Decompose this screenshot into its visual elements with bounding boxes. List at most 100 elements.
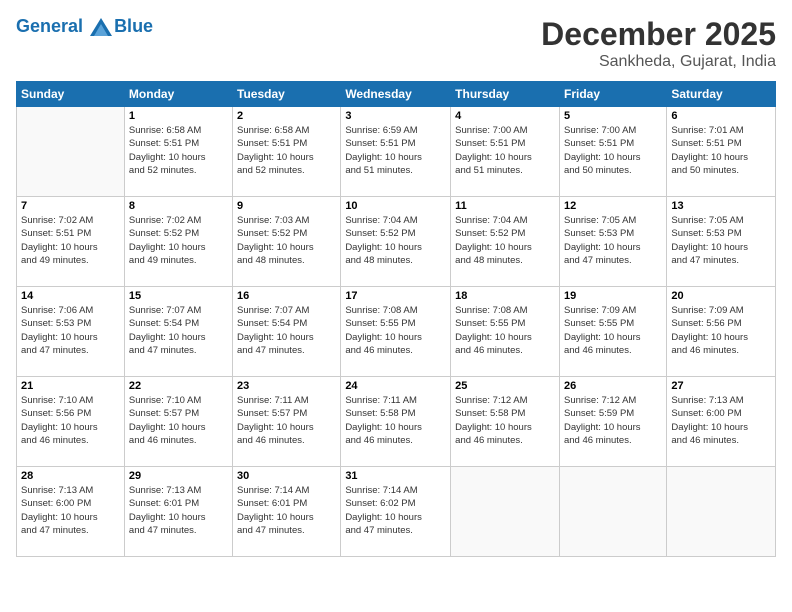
calendar-cell: 6Sunrise: 7:01 AM Sunset: 5:51 PM Daylig…: [667, 107, 776, 197]
day-info: Sunrise: 7:14 AM Sunset: 6:01 PM Dayligh…: [237, 484, 336, 537]
day-info: Sunrise: 7:14 AM Sunset: 6:02 PM Dayligh…: [345, 484, 446, 537]
day-info: Sunrise: 6:59 AM Sunset: 5:51 PM Dayligh…: [345, 124, 446, 177]
day-info: Sunrise: 7:13 AM Sunset: 6:00 PM Dayligh…: [21, 484, 120, 537]
calendar-cell: 17 Sunrise: 7:08 AM Sunset: 5:55 PM Dayli…: [341, 287, 451, 377]
day-number: 17: [345, 290, 446, 302]
day-number: 30: [237, 470, 336, 482]
day-info: Sunrise: 7:04 AM Sunset: 5:52 PM Dayligh…: [455, 214, 555, 267]
calendar-cell: 18Sunrise: 7:08 AM Sunset: 5:55 PM Dayli…: [451, 287, 560, 377]
day-number: 14: [21, 290, 120, 302]
calendar-cell: 3 Sunrise: 6:59 AM Sunset: 5:51 PM Daylig…: [341, 107, 451, 197]
logo-blue: Blue: [114, 16, 153, 37]
calendar-cell: 13 Sunrise: 7:05 AM Sunset: 5:53 PM Dayli…: [667, 197, 776, 287]
calendar-cell: 1Sunrise: 6:58 AM Sunset: 5:51 PM Daylig…: [124, 107, 232, 197]
calendar-cell: 5Sunrise: 7:00 AM Sunset: 5:51 PM Daylig…: [559, 107, 666, 197]
weekday-tuesday: Tuesday: [233, 82, 341, 107]
day-info: Sunrise: 7:12 AM Sunset: 5:58 PM Dayligh…: [455, 394, 555, 447]
day-number: 20: [671, 290, 771, 302]
calendar-cell: 16Sunrise: 7:07 AM Sunset: 5:54 PM Dayli…: [233, 287, 341, 377]
day-number: 8: [129, 200, 228, 212]
day-number: 6: [671, 110, 771, 122]
day-info: Sunrise: 7:09 AM Sunset: 5:55 PM Dayligh…: [564, 304, 662, 357]
day-info: Sunrise: 7:08 AM Sunset: 5:55 PM Dayligh…: [455, 304, 555, 357]
week-row-3: 14 Sunrise: 7:06 AM Sunset: 5:53 PM Dayli…: [17, 287, 776, 377]
day-info: Sunrise: 6:58 AM Sunset: 5:51 PM Dayligh…: [237, 124, 336, 177]
calendar-cell: 22 Sunrise: 7:10 AM Sunset: 5:57 PM Dayli…: [124, 377, 232, 467]
day-info: Sunrise: 7:08 AM Sunset: 5:55 PM Dayligh…: [345, 304, 446, 357]
day-number: 22: [129, 380, 228, 392]
day-info: Sunrise: 7:09 AM Sunset: 5:56 PM Dayligh…: [671, 304, 771, 357]
weekday-sunday: Sunday: [17, 82, 125, 107]
day-info: Sunrise: 7:05 AM Sunset: 5:53 PM Dayligh…: [671, 214, 771, 267]
calendar-cell: 31 Sunrise: 7:14 AM Sunset: 6:02 PM Dayli…: [341, 467, 451, 557]
calendar-cell: 24 Sunrise: 7:11 AM Sunset: 5:58 PM Dayli…: [341, 377, 451, 467]
calendar-cell: 7 Sunrise: 7:02 AM Sunset: 5:51 PM Daylig…: [17, 197, 125, 287]
day-info: Sunrise: 7:13 AM Sunset: 6:00 PM Dayligh…: [671, 394, 771, 447]
day-info: Sunrise: 7:04 AM Sunset: 5:52 PM Dayligh…: [345, 214, 446, 267]
calendar-cell: 4 Sunrise: 7:00 AM Sunset: 5:51 PM Daylig…: [451, 107, 560, 197]
day-number: 13: [671, 200, 771, 212]
calendar-cell: 27 Sunrise: 7:13 AM Sunset: 6:00 PM Dayli…: [667, 377, 776, 467]
calendar-cell: [451, 467, 560, 557]
day-info: Sunrise: 7:12 AM Sunset: 5:59 PM Dayligh…: [564, 394, 662, 447]
calendar-page: General Blue December 2025 Sankheda, Guj…: [0, 0, 792, 612]
title-block: December 2025 Sankheda, Gujarat, India: [541, 16, 776, 71]
weekday-header-row: SundayMondayTuesdayWednesdayThursdayFrid…: [17, 82, 776, 107]
calendar-cell: 9Sunrise: 7:03 AM Sunset: 5:52 PM Daylig…: [233, 197, 341, 287]
calendar-cell: 19 Sunrise: 7:09 AM Sunset: 5:55 PM Dayli…: [559, 287, 666, 377]
day-number: 21: [21, 380, 120, 392]
calendar-cell: 23Sunrise: 7:11 AM Sunset: 5:57 PM Dayli…: [233, 377, 341, 467]
day-number: 31: [345, 470, 446, 482]
weekday-saturday: Saturday: [667, 82, 776, 107]
day-info: Sunrise: 7:07 AM Sunset: 5:54 PM Dayligh…: [237, 304, 336, 357]
day-number: 27: [671, 380, 771, 392]
logo-general: General: [16, 16, 83, 36]
day-number: 4: [455, 110, 555, 122]
day-number: 26: [564, 380, 662, 392]
calendar-cell: 21 Sunrise: 7:10 AM Sunset: 5:56 PM Dayli…: [17, 377, 125, 467]
calendar-cell: 15Sunrise: 7:07 AM Sunset: 5:54 PM Dayli…: [124, 287, 232, 377]
calendar-table: SundayMondayTuesdayWednesdayThursdayFrid…: [16, 81, 776, 557]
day-info: Sunrise: 7:07 AM Sunset: 5:54 PM Dayligh…: [129, 304, 228, 357]
day-number: 19: [564, 290, 662, 302]
day-number: 25: [455, 380, 555, 392]
calendar-cell: 12Sunrise: 7:05 AM Sunset: 5:53 PM Dayli…: [559, 197, 666, 287]
calendar-subtitle: Sankheda, Gujarat, India: [541, 53, 776, 71]
calendar-cell: 20 Sunrise: 7:09 AM Sunset: 5:56 PM Dayli…: [667, 287, 776, 377]
day-number: 29: [129, 470, 228, 482]
day-info: Sunrise: 7:11 AM Sunset: 5:58 PM Dayligh…: [345, 394, 446, 447]
calendar-cell: [667, 467, 776, 557]
day-number: 2: [237, 110, 336, 122]
day-number: 24: [345, 380, 446, 392]
week-row-4: 21 Sunrise: 7:10 AM Sunset: 5:56 PM Dayli…: [17, 377, 776, 467]
day-number: 3: [345, 110, 446, 122]
logo: General Blue: [16, 16, 153, 38]
calendar-cell: 29 Sunrise: 7:13 AM Sunset: 6:01 PM Dayli…: [124, 467, 232, 557]
weekday-monday: Monday: [124, 82, 232, 107]
calendar-cell: 28Sunrise: 7:13 AM Sunset: 6:00 PM Dayli…: [17, 467, 125, 557]
day-info: Sunrise: 7:10 AM Sunset: 5:57 PM Dayligh…: [129, 394, 228, 447]
weekday-friday: Friday: [559, 82, 666, 107]
weekday-thursday: Thursday: [451, 82, 560, 107]
calendar-cell: 30 Sunrise: 7:14 AM Sunset: 6:01 PM Dayli…: [233, 467, 341, 557]
day-info: Sunrise: 7:02 AM Sunset: 5:52 PM Dayligh…: [129, 214, 228, 267]
calendar-cell: [17, 107, 125, 197]
day-info: Sunrise: 7:03 AM Sunset: 5:52 PM Dayligh…: [237, 214, 336, 267]
day-info: Sunrise: 7:10 AM Sunset: 5:56 PM Dayligh…: [21, 394, 120, 447]
day-info: Sunrise: 7:00 AM Sunset: 5:51 PM Dayligh…: [564, 124, 662, 177]
day-number: 11: [455, 200, 555, 212]
day-number: 1: [129, 110, 228, 122]
day-info: Sunrise: 7:06 AM Sunset: 5:53 PM Dayligh…: [21, 304, 120, 357]
weekday-wednesday: Wednesday: [341, 82, 451, 107]
day-info: Sunrise: 7:05 AM Sunset: 5:53 PM Dayligh…: [564, 214, 662, 267]
calendar-cell: 8 Sunrise: 7:02 AM Sunset: 5:52 PM Daylig…: [124, 197, 232, 287]
calendar-title: December 2025: [541, 16, 776, 53]
day-info: Sunrise: 7:13 AM Sunset: 6:01 PM Dayligh…: [129, 484, 228, 537]
calendar-cell: 10 Sunrise: 7:04 AM Sunset: 5:52 PM Dayli…: [341, 197, 451, 287]
day-info: Sunrise: 7:02 AM Sunset: 5:51 PM Dayligh…: [21, 214, 120, 267]
calendar-body: 1 Sunrise: 6:58 AM Sunset: 5:51 PM Daylig…: [17, 107, 776, 557]
week-row-5: 28Sunrise: 7:13 AM Sunset: 6:00 PM Dayli…: [17, 467, 776, 557]
day-number: 7: [21, 200, 120, 212]
day-number: 10: [345, 200, 446, 212]
day-info: Sunrise: 7:00 AM Sunset: 5:51 PM Dayligh…: [455, 124, 555, 177]
